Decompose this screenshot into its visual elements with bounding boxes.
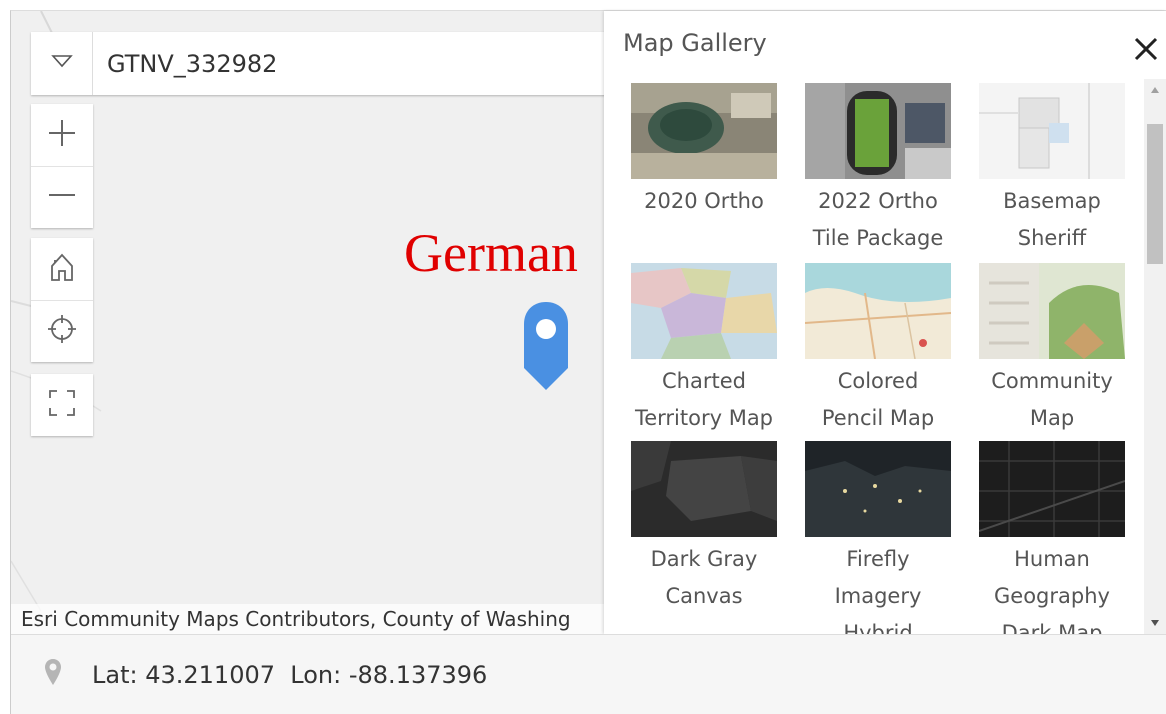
gallery-item-label: Dark Gray Canvas (650, 547, 758, 608)
gallery-item-label: Colored Pencil Map (821, 369, 935, 430)
thumbnail-basemap-sheriff (979, 83, 1125, 179)
gallery-item-label: 2022 Ortho Tile Package (812, 189, 944, 250)
close-gallery-button[interactable] (1128, 33, 1164, 69)
coordinate-readout: Lat: 43.211007 Lon: -88.137396 (92, 661, 487, 689)
fullscreen-button[interactable] (31, 374, 93, 436)
gallery-item-2022-ortho[interactable]: 2022 Ortho Tile Package (798, 83, 958, 257)
chevron-down-icon (50, 54, 73, 73)
gallery-item-label: Firefly Imagery Hybrid (834, 547, 922, 634)
map-pin-icon (44, 658, 62, 691)
zoom-in-icon (47, 118, 77, 153)
lon-value: -88.137396 (348, 660, 488, 689)
gallery-item-dark-gray-canvas[interactable]: Dark Gray Canvas (624, 441, 784, 615)
thumbnail-2020-ortho (631, 83, 777, 179)
home-icon (49, 252, 75, 287)
thumbnail-human-geography-dark (979, 441, 1125, 537)
zoom-in-button[interactable] (31, 104, 93, 166)
gallery-item-human-geography-dark[interactable]: Human Geography Dark Map (972, 441, 1132, 634)
locate-button[interactable] (31, 300, 93, 362)
gallery-item-basemap-sheriff[interactable]: Basemap Sheriff (972, 83, 1132, 257)
gallery-item-firefly-imagery[interactable]: Firefly Imagery Hybrid (798, 441, 958, 634)
map-pin-icon[interactable] (522, 300, 570, 397)
fullscreen-icon (48, 389, 76, 422)
locate-icon (47, 314, 77, 349)
lat-label: Lat: (92, 660, 138, 689)
lat-value: 43.211007 (145, 660, 276, 689)
gallery-item-charted-territory[interactable]: Charted Territory Map (624, 263, 784, 437)
search-input[interactable]: GTNV_332982 (93, 50, 277, 78)
gallery-item-label: Charted Territory Map (634, 369, 774, 430)
gallery-item-colored-pencil[interactable]: Colored Pencil Map (798, 263, 958, 437)
thumbnail-charted-territory (631, 263, 777, 359)
map-attribution: Esri Community Maps Contributors, County… (11, 604, 604, 634)
caret-down-icon (1150, 614, 1160, 632)
nav-controls (31, 238, 93, 362)
thumbnail-colored-pencil (805, 263, 951, 359)
caret-up-icon (1150, 81, 1160, 99)
gallery-item-label: Basemap Sheriff (1003, 189, 1101, 250)
gallery-scrollbar[interactable] (1144, 79, 1166, 634)
map-place-label: German (404, 223, 578, 283)
scroll-up-button[interactable] (1144, 79, 1166, 101)
gallery-item-label: Community Map (991, 369, 1113, 430)
thumbnail-community-map (979, 263, 1125, 359)
gallery-item-label: 2020 Ortho (644, 189, 764, 213)
search-toggle-button[interactable] (31, 32, 93, 95)
lon-label: Lon: (290, 660, 342, 689)
coordinate-bar: Lat: 43.211007 Lon: -88.137396 (11, 634, 1166, 714)
scrollbar-thumb[interactable] (1147, 124, 1163, 264)
map-gallery-panel: Map Gallery 2020 Ortho 2022 Ortho Tile P… (604, 11, 1166, 634)
thumbnail-firefly-imagery (805, 441, 951, 537)
fullscreen-controls (31, 374, 93, 436)
gallery-item-community-map[interactable]: Community Map (972, 263, 1132, 437)
gallery-item-2020-ortho[interactable]: 2020 Ortho (624, 83, 784, 220)
zoom-out-button[interactable] (31, 166, 93, 228)
zoom-controls (31, 104, 93, 228)
thumbnail-dark-gray-canvas (631, 441, 777, 537)
thumbnail-2022-ortho (805, 83, 951, 179)
scroll-down-button[interactable] (1144, 612, 1166, 634)
gallery-item-label: Human Geography Dark Map (994, 547, 1110, 634)
gallery-title: Map Gallery (623, 29, 767, 57)
home-button[interactable] (31, 238, 93, 300)
zoom-out-icon (47, 180, 77, 215)
search-bar[interactable]: GTNV_332982 (31, 32, 611, 95)
close-icon (1133, 36, 1159, 67)
